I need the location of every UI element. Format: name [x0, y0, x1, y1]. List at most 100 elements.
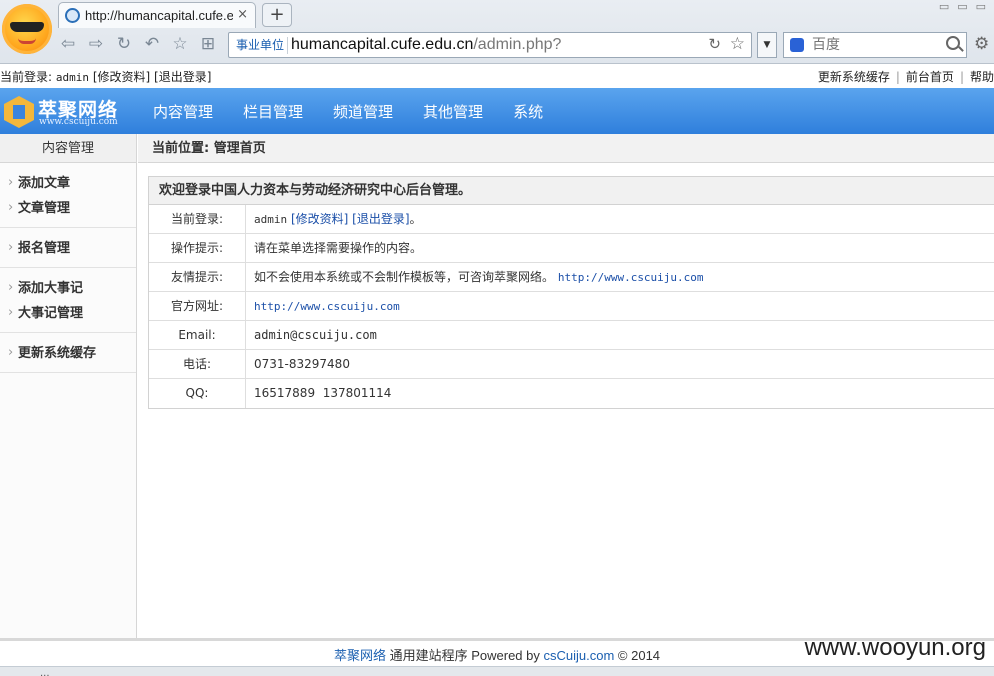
info-label: QQ:	[149, 379, 246, 408]
breadcrumb: 当前位置: 管理首页	[138, 134, 994, 163]
breadcrumb-current: 管理首页	[213, 141, 266, 156]
forward-icon[interactable]: ⇨	[84, 34, 108, 56]
top-link-separator: |	[959, 70, 964, 84]
info-value: 0731-83297480	[254, 357, 350, 371]
logout-link[interactable]: [退出登录]	[352, 212, 409, 226]
tab-title: http://humancapital.cufe.e	[85, 8, 233, 23]
nav-channel-management[interactable]: 频道管理	[318, 88, 408, 134]
brand-logo-icon[interactable]	[4, 96, 34, 128]
sidebar-item-add-article[interactable]: 添加文章	[0, 170, 136, 196]
nav-other-management[interactable]: 其他管理	[408, 88, 498, 134]
breadcrumb-label: 当前位置:	[152, 141, 210, 156]
info-value: admin [修改资料] [退出登录]。	[246, 205, 422, 233]
footer-brand-link[interactable]: 萃聚网络	[334, 648, 386, 663]
info-row-phone: 电话: 0731-83297480	[149, 350, 994, 379]
tip-site-link[interactable]: http://www.cscuiju.com	[558, 271, 704, 284]
favorites-icon[interactable]: ☆	[168, 34, 192, 56]
new-tab-button[interactable]: +	[262, 3, 292, 27]
url-host: humancapital.cufe.edu.cn	[291, 36, 474, 53]
sidebar-item-registration-management[interactable]: 报名管理	[0, 235, 136, 261]
nav-system[interactable]: 系统	[498, 88, 558, 134]
tools-icon[interactable]: ⚙	[974, 34, 989, 54]
browser-tab[interactable]: http://humancapital.cufe.e ×	[58, 2, 256, 28]
sidebar: 内容管理 添加文章 文章管理 报名管理 添加大事记 大事记管理 更新系统缓存	[0, 134, 137, 638]
info-value: 16517889 137801114	[254, 386, 392, 400]
browser-toolbar: http://humancapital.cufe.e × + ▭▭▭ ⇦ ⇨ ↻…	[0, 0, 994, 64]
info-row-tip: 友情提示: 如不会使用本系统或不会制作模板等，可咨询萃聚网络。 http://w…	[149, 263, 994, 292]
footer-copyright: © 2014	[617, 648, 661, 663]
sidebar-item-refresh-cache[interactable]: 更新系统缓存	[0, 340, 136, 366]
address-dropdown-icon[interactable]: ▼	[757, 32, 777, 58]
info-row-login: 当前登录: admin [修改资料] [退出登录]。	[149, 205, 994, 234]
edit-profile-link[interactable]: [修改资料]	[291, 212, 348, 226]
brand-url: www.cscuiju.com	[39, 117, 118, 127]
back-icon[interactable]: ⇦	[56, 34, 80, 56]
app-header: 萃聚网络 www.cscuiju.com 内容管理 栏目管理 频道管理 其他管理…	[0, 88, 994, 134]
refresh-cache-link[interactable]: 更新系统缓存	[818, 70, 890, 84]
official-site-link[interactable]: http://www.cscuiju.com	[254, 300, 400, 313]
address-refresh-icon[interactable]: ↻	[708, 35, 721, 53]
window-controls[interactable]: ▭▭▭	[939, 0, 994, 13]
reload-icon[interactable]: ↻	[112, 34, 136, 56]
baidu-paw-icon[interactable]	[790, 38, 804, 52]
sidebar-group-cache: 更新系统缓存	[0, 333, 136, 373]
address-bar[interactable]: 事业单位 humancapital.cufe.edu.cn/admin.php?…	[228, 32, 752, 58]
browser-status-bar: ...	[0, 666, 994, 676]
info-label: 官方网址:	[149, 292, 246, 320]
welcome-panel-title: 欢迎登录中国人力资本与劳动经济研究中心后台管理。	[149, 177, 994, 205]
address-url[interactable]: humancapital.cufe.edu.cn/admin.php?	[291, 36, 561, 54]
info-label: Email:	[149, 321, 246, 349]
browser-nav-buttons: ⇦ ⇨ ↻ ↶ ☆ ⊞	[56, 34, 220, 56]
tab-favicon-icon	[65, 8, 80, 23]
search-input[interactable]	[812, 36, 932, 54]
help-link[interactable]: 帮助	[970, 70, 994, 84]
info-row-hint: 操作提示: 请在菜单选择需要操作的内容。	[149, 234, 994, 263]
sidebar-title: 内容管理	[0, 134, 136, 163]
login-user: admin	[254, 213, 288, 226]
sidebar-item-add-event[interactable]: 添加大事记	[0, 275, 136, 301]
info-label: 操作提示:	[149, 234, 246, 262]
period: 。	[409, 212, 422, 226]
info-value: 如不会使用本系统或不会制作模板等，可咨询萃聚网络。 http://www.csc…	[246, 263, 704, 291]
login-info: 当前登录: admin [修改资料] [退出登录]	[0, 68, 211, 85]
bookmark-star-icon[interactable]: ☆	[730, 34, 745, 54]
info-label: 友情提示:	[149, 263, 246, 291]
info-label: 电话:	[149, 350, 246, 378]
info-row-qq: QQ: 16517889 137801114	[149, 379, 994, 408]
sidebar-item-event-management[interactable]: 大事记管理	[0, 300, 136, 326]
browser-logo-icon[interactable]	[2, 4, 52, 54]
login-user: admin	[55, 71, 89, 84]
sidebar-group-events: 添加大事记 大事记管理	[0, 268, 136, 333]
footer-powered-by: Powered by	[471, 648, 540, 663]
footer-powered-link[interactable]: csCuiju.com	[544, 648, 615, 663]
tab-close-icon[interactable]: ×	[237, 7, 248, 22]
main-content: 当前位置: 管理首页 欢迎登录中国人力资本与劳动经济研究中心后台管理。 当前登录…	[138, 134, 994, 638]
search-icon[interactable]	[946, 36, 960, 50]
welcome-panel: 欢迎登录中国人力资本与劳动经济研究中心后台管理。 当前登录: admin [修改…	[148, 176, 994, 409]
nav-content-management[interactable]: 内容管理	[138, 88, 228, 134]
logout-link[interactable]: [退出登录]	[154, 70, 211, 84]
grid-icon[interactable]: ⊞	[196, 34, 220, 56]
site-type-badge[interactable]: 事业单位	[233, 37, 289, 54]
top-strip: 当前登录: admin [修改资料] [退出登录] 更新系统缓存 | 前台首页 | 帮助	[0, 64, 994, 88]
search-box[interactable]	[783, 32, 967, 58]
info-value: admin@cscuiju.com	[254, 328, 377, 342]
undo-icon[interactable]: ↶	[140, 34, 164, 56]
info-row-email: Email: admin@cscuiju.com	[149, 321, 994, 350]
tip-text: 如不会使用本系统或不会制作模板等，可咨询萃聚网络。	[254, 270, 555, 284]
info-label: 当前登录:	[149, 205, 246, 233]
edit-profile-link[interactable]: [修改资料]	[93, 70, 150, 84]
main-nav: 内容管理 栏目管理 频道管理 其他管理 系统	[138, 88, 558, 134]
nav-column-management[interactable]: 栏目管理	[228, 88, 318, 134]
info-row-site: 官方网址: http://www.cscuiju.com	[149, 292, 994, 321]
info-value: 请在菜单选择需要操作的内容。	[254, 241, 423, 255]
footer-program: 通用建站程序	[389, 648, 468, 663]
login-prefix: 当前登录:	[0, 70, 53, 84]
watermark: www.wooyun.org	[804, 634, 986, 661]
frontend-home-link[interactable]: 前台首页	[906, 70, 954, 84]
sidebar-item-article-management[interactable]: 文章管理	[0, 195, 136, 221]
url-path: /admin.php?	[473, 36, 562, 53]
info-value: http://www.cscuiju.com	[246, 292, 400, 320]
top-links: 更新系统缓存 | 前台首页 | 帮助	[818, 68, 994, 85]
sidebar-group-articles: 添加文章 文章管理	[0, 163, 136, 228]
